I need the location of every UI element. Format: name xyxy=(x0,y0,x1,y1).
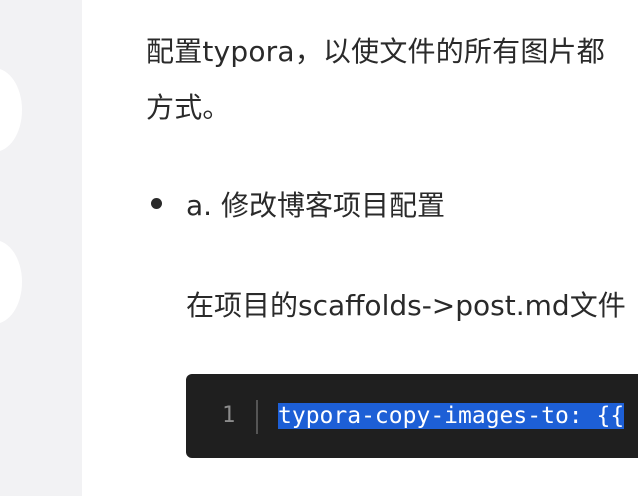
paragraph-line: 方式。 xyxy=(146,91,231,124)
bullet-dot-icon xyxy=(151,198,162,209)
list-item-paragraph: 在项目的scaffolds->post.md文件 xyxy=(186,289,626,322)
list-item: a. 修改博客项目配置 xyxy=(186,189,445,222)
code-block[interactable]: 1 typora-copy-images-to: {{ xyxy=(186,374,638,458)
paragraph-line: 配置typora，以使文件的所有图片都 xyxy=(146,35,605,68)
sidebar-toggle-button[interactable] xyxy=(0,68,22,152)
selected-code-text[interactable]: typora-copy-images-to: {{ xyxy=(278,403,625,429)
document-content[interactable]: 配置typora，以使文件的所有图片都 方式。 a. 修改博客项目配置 在项目的… xyxy=(82,0,638,496)
sidebar-toggle-button[interactable] xyxy=(0,240,22,324)
code-line[interactable]: typora-copy-images-to: {{ xyxy=(278,398,625,434)
line-number: 1 xyxy=(222,403,236,428)
sidebar xyxy=(0,0,82,496)
gutter-divider xyxy=(256,400,258,434)
